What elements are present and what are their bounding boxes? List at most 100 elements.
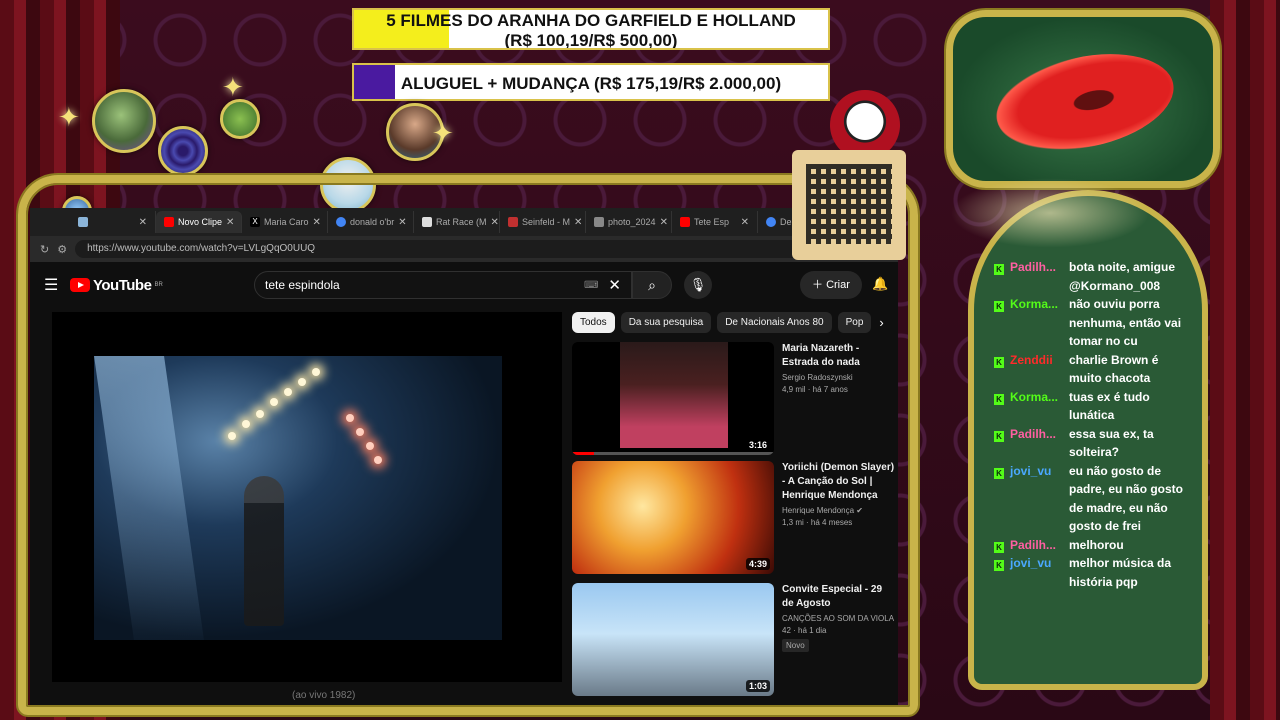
filter-chips: Todos Da sua pesquisa De Nacionais Anos … xyxy=(572,312,884,333)
tab-2[interactable]: Novo Clipe ✕ xyxy=(156,211,242,233)
tab-7[interactable]: photo_2024 ✕ xyxy=(586,211,672,233)
video-meta: Convite Especial - 29 de Agosto CANÇÕES … xyxy=(782,583,896,653)
video-thumbnail[interactable]: 1:03 xyxy=(572,583,774,696)
chat-message: K Korma... tuas ex é tudo lunática xyxy=(994,388,1194,425)
stage-light xyxy=(356,428,364,436)
video-title[interactable]: Maria Nazareth - Estrada do nada xyxy=(782,342,896,370)
video-player[interactable] xyxy=(52,312,562,682)
eye-frame xyxy=(946,10,1220,188)
video-duration: 3:16 xyxy=(745,439,770,451)
tab-strip: ✕ Novo Clipe ✕ X Maria Caro ✕ donald o'br ✕ … xyxy=(30,208,898,236)
reload-icon[interactable]: ↻ xyxy=(40,243,49,256)
chip-all[interactable]: Todos xyxy=(572,312,615,333)
video-title[interactable]: Convite Especial - 29 de Agosto xyxy=(782,583,896,611)
search-input[interactable]: tete espindola ⌨ ✕ xyxy=(254,271,632,299)
spotlight-beam xyxy=(94,356,204,640)
kick-badge-icon: K xyxy=(994,301,1004,312)
close-icon[interactable]: ✕ xyxy=(660,217,668,228)
chip-from-search[interactable]: Da sua pesquisa xyxy=(620,312,712,333)
site-info-icon[interactable]: ⚙ xyxy=(57,243,67,256)
character-hair xyxy=(950,178,1150,248)
channel-name[interactable]: Henrique Mendonça ✔ xyxy=(782,506,896,515)
youtube-play-icon xyxy=(70,278,90,292)
chip-pop[interactable]: Pop xyxy=(837,312,872,333)
clear-search-icon[interactable]: ✕ xyxy=(608,276,621,294)
chip-nacionais[interactable]: De Nacionais Anos 80 xyxy=(717,312,832,333)
tab-6[interactable]: Seinfeld - M ✕ xyxy=(500,211,586,233)
tab-3[interactable]: X Maria Caro ✕ xyxy=(242,211,328,233)
close-icon[interactable]: ✕ xyxy=(226,217,234,228)
voice-search-button[interactable]: 🎙 xyxy=(684,271,712,299)
goal-bar-2: ALUGUEL + MUDANÇA (R$ 175,19/R$ 2.000,00… xyxy=(352,63,830,101)
create-button[interactable]: ＋ Criar xyxy=(800,271,862,299)
stage-light xyxy=(242,420,250,428)
notifications-bell-icon[interactable]: 🔔 xyxy=(872,276,888,292)
qr-code xyxy=(806,164,892,244)
tab-8[interactable]: Tete Esp ✕ xyxy=(672,211,758,233)
red-eye-graphic xyxy=(987,39,1183,165)
chat-message: K Zenddii charlie Brown é muito chacota xyxy=(994,351,1194,388)
close-icon[interactable]: ✕ xyxy=(139,217,147,228)
globe-icon xyxy=(508,217,518,227)
kick-badge-icon: K xyxy=(994,264,1004,275)
recommended-video[interactable]: 1:03 Convite Especial - 29 de Agosto CAN… xyxy=(572,583,894,699)
tab-1[interactable]: ✕ xyxy=(70,211,156,233)
tab-5[interactable]: Rat Race (M ✕ xyxy=(414,211,500,233)
verified-icon: ✔ xyxy=(856,506,863,515)
close-icon[interactable]: ✕ xyxy=(574,217,582,228)
video-stats: 42 · há 1 dia xyxy=(782,626,827,635)
microphone-icon: 🎙 xyxy=(689,277,707,292)
stage-light xyxy=(270,398,278,406)
goal-bar-1: 5 FILMES DO ARANHA DO GARFIELD E HOLLAND… xyxy=(352,8,830,50)
kick-badge-icon: K xyxy=(994,393,1004,405)
chrome-icon xyxy=(766,217,776,227)
x-icon: X xyxy=(250,217,260,227)
video-thumbnail[interactable]: 4:39 xyxy=(572,461,774,574)
tab-4[interactable]: donald o'br ✕ xyxy=(328,211,414,233)
avatar xyxy=(320,157,376,213)
channel-name[interactable]: CANÇÕES AO SOM DA VIOLA xyxy=(782,614,896,623)
close-icon[interactable]: ✕ xyxy=(398,217,406,228)
keyboard-icon[interactable]: ⌨ xyxy=(584,280,598,291)
album-cover xyxy=(620,342,728,448)
channel-name[interactable]: Sergio Radoszynski xyxy=(782,373,896,382)
singer-silhouette xyxy=(244,476,284,626)
goal-1-title: 5 FILMES DO ARANHA DO GARFIELD E HOLLAND xyxy=(386,11,796,30)
recommended-video[interactable]: 3:16 Maria Nazareth - Estrada do nada Se… xyxy=(572,342,892,458)
video-thumbnail[interactable]: 3:16 xyxy=(572,342,774,455)
chat-username: K Padilh... xyxy=(994,425,1069,462)
chat-username: K Korma... xyxy=(994,295,1069,351)
chat-text: eu não gosto de padre, eu não gosto de m… xyxy=(1069,463,1184,534)
url-field[interactable]: https://www.youtube.com/watch?v=LVLgQqO0… xyxy=(75,240,838,258)
chevron-right-icon[interactable]: › xyxy=(879,315,883,330)
search-button[interactable]: ⌕ xyxy=(632,271,672,299)
video-title[interactable]: Yoriichi (Demon Slayer) - A Canção do So… xyxy=(782,461,896,503)
chat-text: melhor música da história pqp xyxy=(1069,556,1172,589)
close-icon[interactable]: ✕ xyxy=(313,217,321,228)
video-title: (ao vivo 1982) xyxy=(292,690,356,701)
watch-progress xyxy=(572,452,774,455)
chat-text: charlie Brown é muito chacota xyxy=(1069,352,1159,386)
kick-badge-icon: K xyxy=(994,560,1004,571)
close-icon[interactable]: ✕ xyxy=(491,217,499,228)
goal-2-title: ALUGUEL + MUDANÇA (R$ 175,19/R$ 2.000,00… xyxy=(400,74,782,93)
kick-badge-icon: K xyxy=(994,467,1004,479)
chat-message: K Padilh... bota noite, amigue @Kormano_00… xyxy=(994,258,1194,295)
wikipedia-icon xyxy=(422,217,432,227)
chat-username: K Korma... xyxy=(994,388,1069,425)
menu-icon[interactable]: ☰ xyxy=(44,275,68,295)
browser-window: ✕ Novo Clipe ✕ X Maria Caro ✕ donald o'br ✕ … xyxy=(30,208,898,708)
globe-icon xyxy=(594,217,604,227)
youtube-header: ☰ YouTube BR tete espindola ⌨ ✕ ⌕ 🎙 ＋ Cr… xyxy=(30,262,898,308)
address-bar: ↻ ⚙ https://www.youtube.com/watch?v=LVLg… xyxy=(30,236,898,262)
close-icon[interactable]: ✕ xyxy=(741,217,749,228)
recommended-video[interactable]: 4:39 Yoriichi (Demon Slayer) - A Canção … xyxy=(572,461,894,577)
stage-light xyxy=(346,414,354,422)
sparkle-icon: ✦ xyxy=(58,102,80,132)
chat-text: tuas ex é tudo lunática xyxy=(1069,389,1150,423)
chat-message: Kjovi_vu melhor música da história pqp xyxy=(994,554,1194,591)
youtube-logo[interactable]: YouTube BR xyxy=(70,277,163,294)
chat-list: K Padilh... bota noite, amigue @Kormano_00… xyxy=(994,258,1194,591)
video-stats: 1,3 mi · há 4 meses xyxy=(782,518,853,527)
avatar xyxy=(220,99,260,139)
